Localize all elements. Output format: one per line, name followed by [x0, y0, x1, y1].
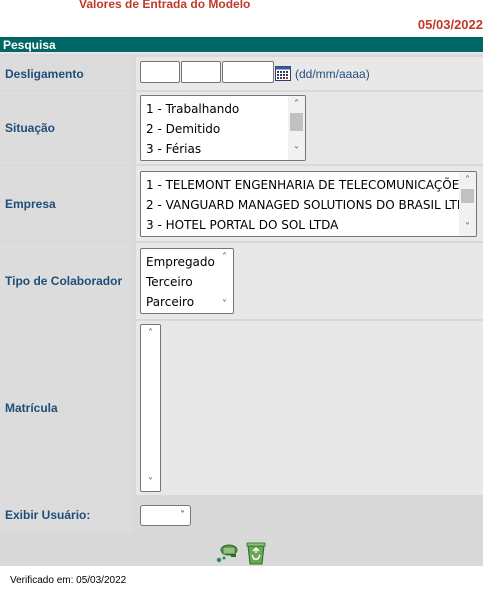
row-tipo-colaborador: Tipo de Colaborador Empregado Terceiro P… [0, 243, 483, 319]
row-desligamento: Desligamento (dd/mm/aaaa) [0, 57, 483, 90]
situacao-option[interactable]: 1 - Trabalhando [141, 99, 305, 119]
date-format-hint: (dd/mm/aaaa) [295, 67, 370, 81]
scroll-down-icon[interactable]: ˅ [142, 474, 159, 491]
section-header: Pesquisa [0, 37, 483, 54]
scroll-down-icon[interactable]: ˅ [288, 143, 305, 160]
exibir-usuario-value: ˅ [136, 497, 483, 533]
empresa-scrollbar[interactable]: ˄ ˅ [459, 172, 476, 236]
situacao-option[interactable]: 2 - Demitido [141, 119, 305, 139]
row-empresa: Empresa 1 - TELEMONT ENGENHARIA DE TELEC… [0, 166, 483, 241]
matricula-scrollbar[interactable]: ˄ ˅ [142, 325, 160, 491]
search-form: Desligamento (dd/mm/aaaa) Situação 1 - T… [0, 54, 483, 566]
situacao-label: Situação [0, 92, 133, 164]
empresa-option[interactable]: 2 - VANGUARD MANAGED SOLUTIONS DO BRASIL… [141, 195, 476, 215]
situacao-listbox[interactable]: 1 - Trabalhando 2 - Demitido 3 - Férias … [140, 95, 306, 161]
day-input[interactable] [140, 61, 180, 83]
desligamento-label: Desligamento [0, 57, 133, 90]
situacao-value: 1 - Trabalhando 2 - Demitido 3 - Férias … [136, 92, 483, 164]
situacao-option[interactable]: 3 - Férias [141, 139, 305, 159]
exibir-usuario-select[interactable]: ˅ [140, 505, 191, 526]
tipo-colaborador-value: Empregado Terceiro Parceiro ˄ ˅ [136, 243, 483, 319]
page-date: 05/03/2022 [417, 17, 483, 32]
scroll-up-icon[interactable]: ˄ [288, 96, 305, 113]
scroll-up-icon[interactable]: ˄ [459, 172, 476, 189]
search-binoculars-icon[interactable] [215, 543, 239, 565]
empresa-option[interactable]: 3 - HOTEL PORTAL DO SOL LTDA [141, 215, 476, 235]
verified-date: Verificado em: 05/03/2022 [10, 575, 127, 586]
scroll-thumb[interactable] [461, 189, 474, 203]
form-actions [213, 541, 269, 566]
year-input[interactable] [222, 61, 274, 83]
empresa-label: Empresa [0, 166, 133, 241]
scroll-down-icon[interactable]: ˅ [459, 219, 476, 236]
desligamento-value: (dd/mm/aaaa) [136, 57, 483, 90]
situacao-scrollbar[interactable]: ˄ ˅ [288, 96, 305, 160]
row-matricula: Matrícula ˄ ˅ [0, 321, 483, 495]
chevron-down-icon: ˅ [180, 510, 185, 521]
empresa-option[interactable]: 1 - TELEMONT ENGENHARIA DE TELECOMUNICAÇ… [141, 175, 476, 195]
exibir-usuario-label: Exibir Usuário: [0, 497, 133, 533]
matricula-value: ˄ ˅ [136, 321, 483, 495]
page-title: Valores de Entrada do Modelo [79, 0, 251, 11]
scroll-up-icon[interactable]: ˄ [216, 249, 233, 266]
tipo-colaborador-scrollbar[interactable]: ˄ ˅ [216, 249, 233, 313]
row-situacao: Situação 1 - Trabalhando 2 - Demitido 3 … [0, 92, 483, 164]
calendar-icon[interactable] [275, 66, 291, 81]
scroll-up-icon[interactable]: ˄ [142, 325, 159, 342]
recycle-bin-icon[interactable] [245, 541, 267, 565]
matricula-listbox[interactable]: ˄ ˅ [140, 324, 161, 492]
tipo-colaborador-label: Tipo de Colaborador [0, 243, 133, 319]
empresa-listbox[interactable]: 1 - TELEMONT ENGENHARIA DE TELECOMUNICAÇ… [140, 171, 477, 237]
matricula-label: Matrícula [0, 321, 133, 495]
month-input[interactable] [181, 61, 221, 83]
tipo-colaborador-listbox[interactable]: Empregado Terceiro Parceiro ˄ ˅ [140, 248, 234, 314]
scroll-down-icon[interactable]: ˅ [216, 296, 233, 313]
scroll-thumb[interactable] [290, 113, 303, 131]
row-exibir-usuario: Exibir Usuário: ˅ [0, 497, 483, 533]
empresa-value: 1 - TELEMONT ENGENHARIA DE TELECOMUNICAÇ… [136, 166, 483, 241]
